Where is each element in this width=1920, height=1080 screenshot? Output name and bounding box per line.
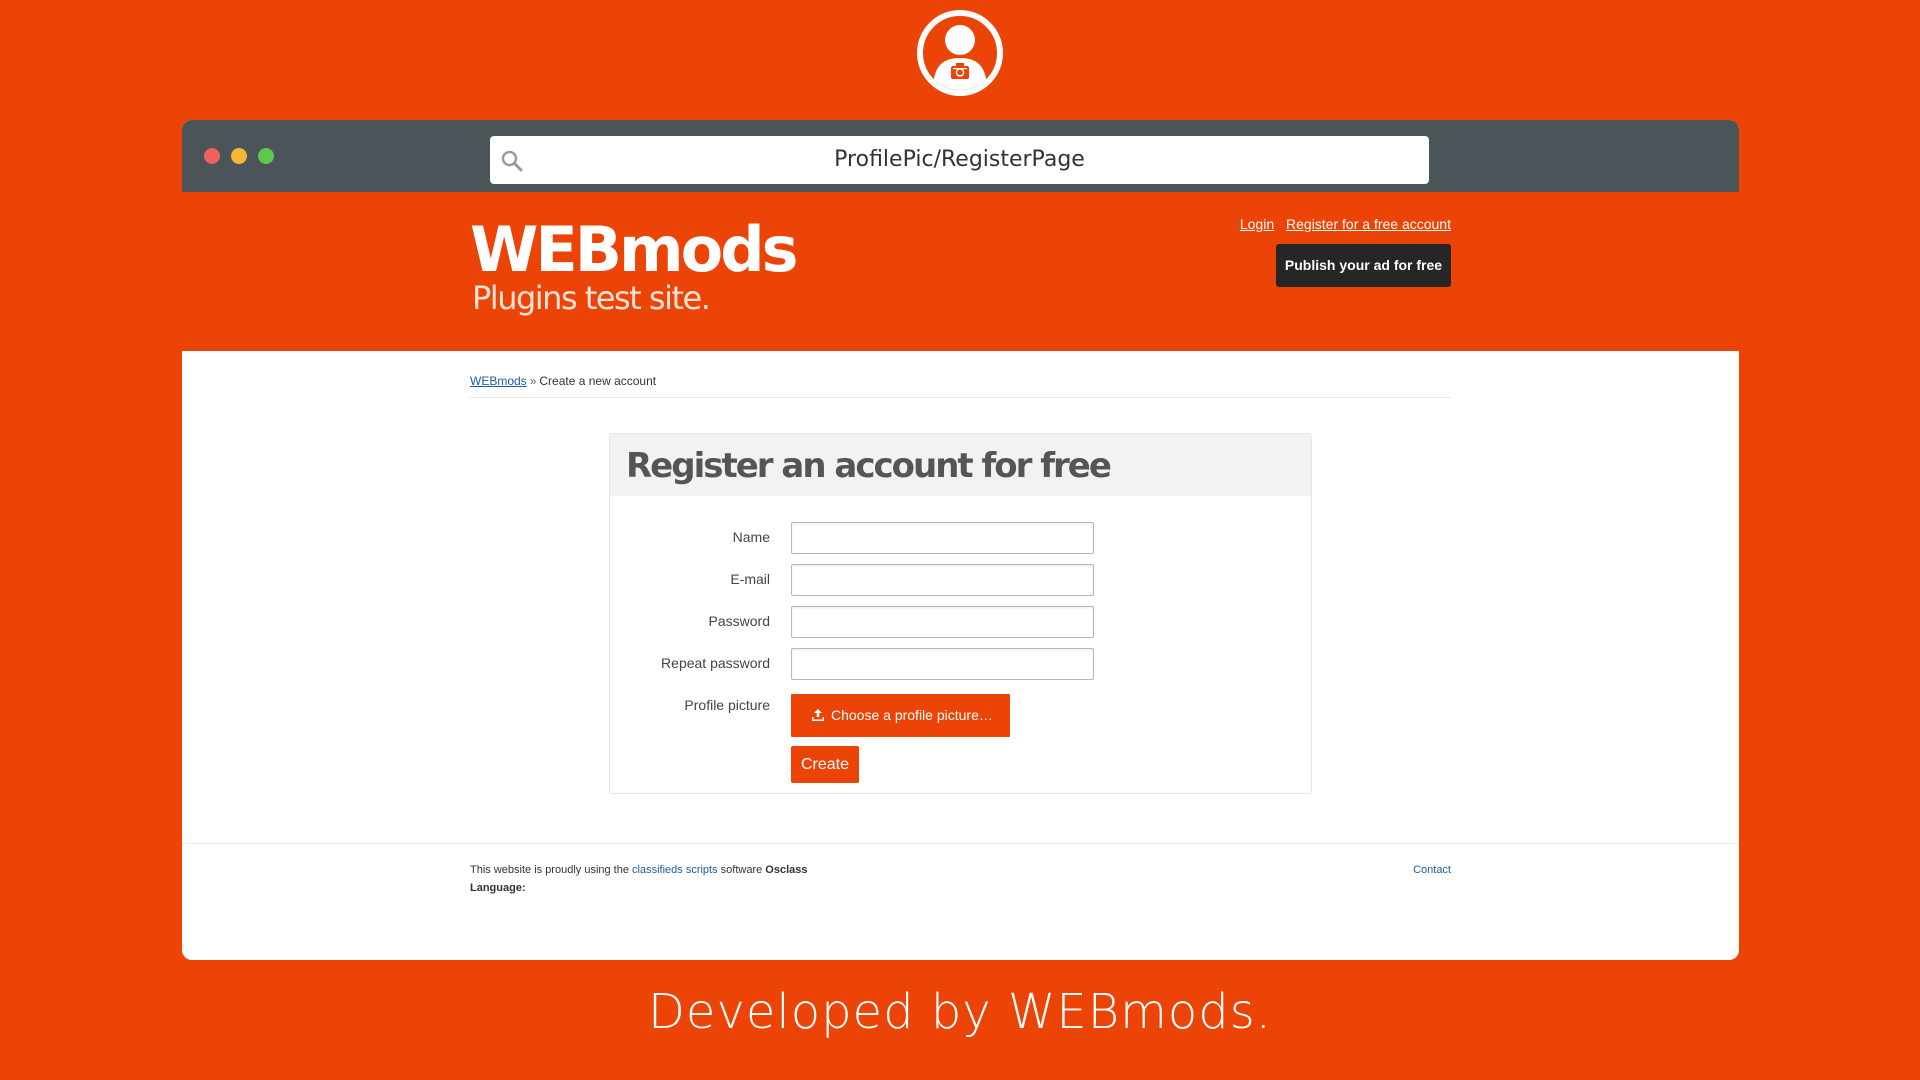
profile-avatar-icon [917, 10, 1003, 96]
choose-profile-picture-button[interactable]: Choose a profile picture… [791, 694, 1010, 737]
footer-divider [182, 843, 1739, 844]
classifieds-scripts-link[interactable]: classifieds scripts [632, 864, 718, 876]
breadcrumb-current: Create a new account [539, 374, 657, 388]
email-input[interactable] [791, 564, 1094, 596]
password-label: Password [708, 613, 770, 629]
create-button[interactable]: Create [791, 746, 859, 783]
footer-text-before: This website is proudly using the [470, 864, 633, 876]
publish-ad-button[interactable]: Publish your ad for free [1276, 244, 1451, 287]
minimize-window-button[interactable] [231, 148, 247, 164]
site-logo-title[interactable]: WEBmods [470, 215, 798, 285]
login-link[interactable]: Login [1240, 216, 1274, 232]
repeat-password-input[interactable] [791, 648, 1094, 680]
register-form: Register an account for free Name E-mail… [609, 433, 1312, 794]
repeat-password-label: Repeat password [661, 655, 770, 671]
browser-titlebar: ProfilePic/RegisterPage [182, 120, 1739, 192]
register-link[interactable]: Register for a free account [1286, 216, 1451, 232]
site-header: WEBmods Plugins test site. Login Registe… [182, 192, 1739, 351]
name-label: Name [732, 529, 770, 545]
close-window-button[interactable] [204, 148, 220, 164]
site-logo-subtitle: Plugins test site. [472, 279, 711, 317]
breadcrumb: WEBmods» Create a new account [470, 374, 1451, 398]
form-title: Register an account for free [626, 446, 1112, 486]
header-links: Login Register for a free account [1232, 216, 1451, 232]
maximize-window-button[interactable] [258, 148, 274, 164]
contact-link[interactable]: Contact [1413, 861, 1451, 879]
developer-caption: Developed by WEBmods. [647, 984, 1273, 1040]
address-url[interactable]: ProfilePic/RegisterPage [490, 136, 1429, 184]
footer-text-after: software [717, 864, 766, 876]
upload-icon [812, 708, 824, 721]
footer-brand: Osclass [765, 864, 808, 876]
profile-picture-label: Profile picture [684, 697, 770, 713]
browser-window: ProfilePic/RegisterPage WEBmods Plugins … [182, 120, 1739, 960]
password-input[interactable] [791, 606, 1094, 638]
choose-profile-picture-label: Choose a profile picture… [831, 707, 993, 723]
breadcrumb-home-link[interactable]: WEBmods [470, 374, 527, 388]
breadcrumb-separator: » [529, 374, 537, 388]
footer-text: This website is proudly using the classi… [470, 861, 808, 897]
address-bar[interactable]: ProfilePic/RegisterPage [490, 136, 1429, 184]
name-input[interactable] [791, 522, 1094, 554]
form-header: Register an account for free [610, 434, 1311, 496]
email-label: E-mail [730, 571, 770, 587]
user-avatar-icon [933, 25, 987, 90]
language-label: Language: [470, 882, 526, 894]
